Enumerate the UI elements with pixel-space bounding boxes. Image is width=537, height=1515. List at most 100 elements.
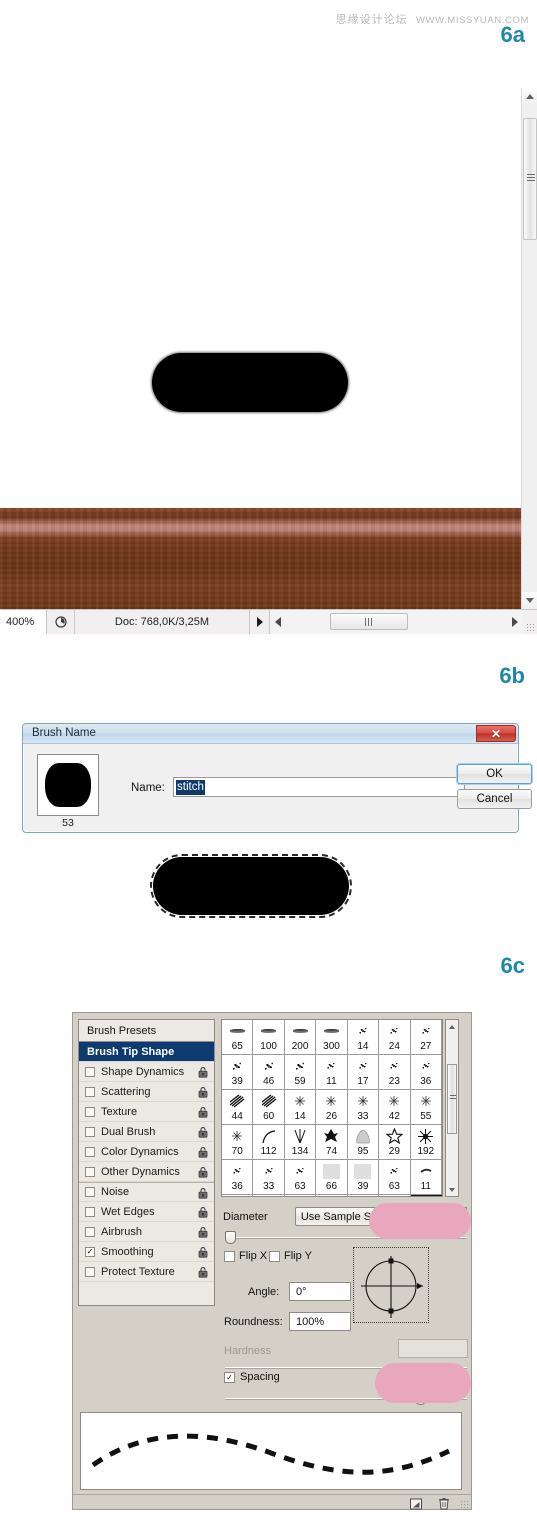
brush-tip-cell[interactable]: 74 bbox=[316, 1125, 348, 1160]
brush-option-checkbox[interactable] bbox=[85, 1126, 95, 1137]
hscroll-track[interactable] bbox=[286, 610, 507, 634]
panel-resize-grip-icon[interactable] bbox=[460, 1500, 469, 1509]
brush-tip-cell[interactable]: 95 bbox=[347, 1125, 380, 1160]
brush-grid-scrollbar[interactable] bbox=[445, 1019, 459, 1197]
brush-tip-cell[interactable]: 32 bbox=[253, 1195, 285, 1196]
brush-option-scattering[interactable]: Scattering bbox=[79, 1082, 214, 1102]
lock-icon[interactable] bbox=[197, 1126, 209, 1138]
lock-icon[interactable] bbox=[197, 1187, 209, 1199]
window-resize-grip[interactable] bbox=[523, 610, 537, 634]
brush-tip-cell[interactable]: 60 bbox=[253, 1090, 285, 1125]
ok-button[interactable]: OK bbox=[457, 764, 532, 784]
flip-y-checkbox[interactable] bbox=[269, 1251, 280, 1262]
lock-icon[interactable] bbox=[197, 1146, 209, 1158]
brush-option-shape-dynamics[interactable]: Shape Dynamics bbox=[79, 1062, 214, 1082]
brush-tip-cell[interactable]: 14 bbox=[347, 1020, 380, 1055]
angle-roundness-dial[interactable] bbox=[353, 1247, 429, 1323]
brush-name-input[interactable]: stitch bbox=[173, 777, 465, 797]
brush-option-checkbox[interactable] bbox=[85, 1146, 95, 1157]
brush-option-checkbox[interactable] bbox=[85, 1086, 95, 1097]
brush-option-checkbox[interactable] bbox=[85, 1187, 95, 1197]
brush-option-checkbox[interactable] bbox=[85, 1226, 95, 1237]
flip-x-checkbox[interactable] bbox=[224, 1251, 235, 1262]
lock-icon[interactable] bbox=[197, 1206, 209, 1218]
brush-tip-cell[interactable]: 29 bbox=[379, 1125, 411, 1160]
hscroll-left-button[interactable] bbox=[270, 617, 286, 627]
brush-option-checkbox[interactable] bbox=[85, 1206, 95, 1217]
brush-tip-grid[interactable]: 65 100 200 300 14 24 27 39 46 59 11 17 23 36 44 60 14 26 3… bbox=[221, 1019, 443, 1197]
brush-tip-cell[interactable]: 26 bbox=[316, 1090, 348, 1125]
brush-tip-cell[interactable]: 17 bbox=[347, 1055, 380, 1090]
canvas-vertical-scrollbar[interactable] bbox=[521, 88, 537, 609]
brush-tip-cell[interactable]: 100 bbox=[316, 1195, 348, 1196]
brush-tip-cell[interactable]: 55 bbox=[284, 1195, 317, 1196]
brush-option-dual-brush[interactable]: Dual Brush bbox=[79, 1122, 214, 1142]
canvas-horizontal-scrollbar[interactable] bbox=[269, 610, 523, 634]
brush-option-checkbox[interactable]: ✓ bbox=[85, 1246, 95, 1257]
brush-tip-cell[interactable]: 59 bbox=[284, 1055, 317, 1090]
lock-icon[interactable] bbox=[197, 1226, 209, 1238]
brush-option-checkbox[interactable] bbox=[85, 1266, 95, 1277]
brush-tip-cell[interactable]: 23 bbox=[379, 1055, 411, 1090]
brush-tip-cell[interactable]: 39 bbox=[347, 1160, 380, 1195]
brush-tip-cell[interactable]: 27 bbox=[410, 1020, 442, 1055]
brush-tip-cell[interactable]: 75 bbox=[347, 1195, 380, 1196]
brush-tip-cell[interactable]: 11 bbox=[316, 1055, 348, 1090]
brush-option-checkbox[interactable] bbox=[85, 1106, 95, 1117]
brush-tip-cell[interactable]: 192 bbox=[410, 1125, 442, 1160]
roundness-value-field[interactable]: 100% bbox=[289, 1312, 351, 1331]
horizontal-scroll-thumb[interactable] bbox=[330, 613, 408, 630]
brush-tip-cell[interactable]: 70 bbox=[222, 1125, 254, 1160]
brush-tip-cell[interactable]: 48 bbox=[222, 1195, 254, 1196]
brush-tip-cell[interactable]: 44 bbox=[222, 1090, 254, 1125]
brush-tip-cell[interactable]: 112 bbox=[253, 1125, 285, 1160]
brush-option-checkbox[interactable] bbox=[85, 1066, 95, 1077]
sidebar-item-brush-presets[interactable]: Brush Presets bbox=[79, 1020, 214, 1042]
vertical-scroll-thumb[interactable] bbox=[523, 118, 537, 240]
brush-tip-cell[interactable]: 63 bbox=[284, 1160, 317, 1195]
brush-tip-cell[interactable]: 200 bbox=[284, 1020, 317, 1055]
brush-tip-cell[interactable]: 39 bbox=[222, 1055, 254, 1090]
spacing-checkbox[interactable]: ✓ bbox=[224, 1372, 235, 1383]
brush-option-brush-tip-shape[interactable]: Brush Tip Shape bbox=[79, 1042, 214, 1062]
lock-icon[interactable] bbox=[197, 1166, 209, 1178]
lock-icon[interactable] bbox=[197, 1086, 209, 1098]
brush-tip-cell[interactable]: 24 bbox=[379, 1020, 411, 1055]
brush-tip-cell[interactable]: 42 bbox=[379, 1090, 411, 1125]
grid-scroll-thumb[interactable] bbox=[447, 1064, 457, 1134]
brush-tip-cell[interactable]: 33 bbox=[347, 1090, 380, 1125]
brush-option-noise[interactable]: Noise bbox=[79, 1182, 214, 1202]
brush-tip-cell[interactable]: 63 bbox=[379, 1160, 411, 1195]
grid-scroll-down-button[interactable] bbox=[446, 1183, 458, 1196]
status-menu-button[interactable] bbox=[250, 610, 269, 634]
lock-icon[interactable] bbox=[197, 1106, 209, 1118]
brush-tip-cell[interactable]: 14 bbox=[284, 1090, 317, 1125]
lock-icon[interactable] bbox=[197, 1066, 209, 1078]
brush-option-wet-edges[interactable]: Wet Edges bbox=[79, 1202, 214, 1222]
brush-tip-cell[interactable]: 50 bbox=[379, 1195, 411, 1196]
brush-option-texture[interactable]: Texture bbox=[79, 1102, 214, 1122]
brush-tip-cell[interactable]: 134 bbox=[284, 1125, 317, 1160]
brush-option-protect-texture[interactable]: Protect Texture bbox=[79, 1262, 214, 1282]
close-icon[interactable]: ✕ bbox=[476, 725, 516, 742]
preview-clock-icon[interactable] bbox=[47, 610, 75, 634]
brush-tip-cell[interactable]: 36 bbox=[222, 1160, 254, 1195]
brush-option-smoothing[interactable]: ✓ Smoothing bbox=[79, 1242, 214, 1262]
brush-tip-cell[interactable]: 36 bbox=[410, 1055, 442, 1090]
document-canvas[interactable] bbox=[0, 88, 521, 609]
dialog-title-bar[interactable]: Brush Name ✕ bbox=[23, 724, 518, 744]
new-brush-icon[interactable] bbox=[409, 1497, 423, 1511]
lock-icon[interactable] bbox=[197, 1246, 209, 1258]
brush-tip-cell[interactable]: 46 bbox=[253, 1055, 285, 1090]
diameter-slider-knob[interactable] bbox=[225, 1231, 236, 1244]
brush-option-other-dynamics[interactable]: Other Dynamics bbox=[79, 1162, 214, 1182]
trash-icon[interactable] bbox=[437, 1496, 451, 1510]
lock-icon[interactable] bbox=[197, 1266, 209, 1278]
brush-tip-cell[interactable]: 11 bbox=[410, 1160, 442, 1195]
brush-tip-cell[interactable]: 100 bbox=[253, 1020, 285, 1055]
brush-tip-cell[interactable]: 65 bbox=[222, 1020, 254, 1055]
angle-value-field[interactable]: 0° bbox=[289, 1282, 351, 1301]
grid-scroll-up-button[interactable] bbox=[446, 1020, 458, 1033]
brush-tip-cell[interactable]: 300 bbox=[316, 1020, 348, 1055]
scroll-down-button[interactable] bbox=[522, 592, 537, 609]
